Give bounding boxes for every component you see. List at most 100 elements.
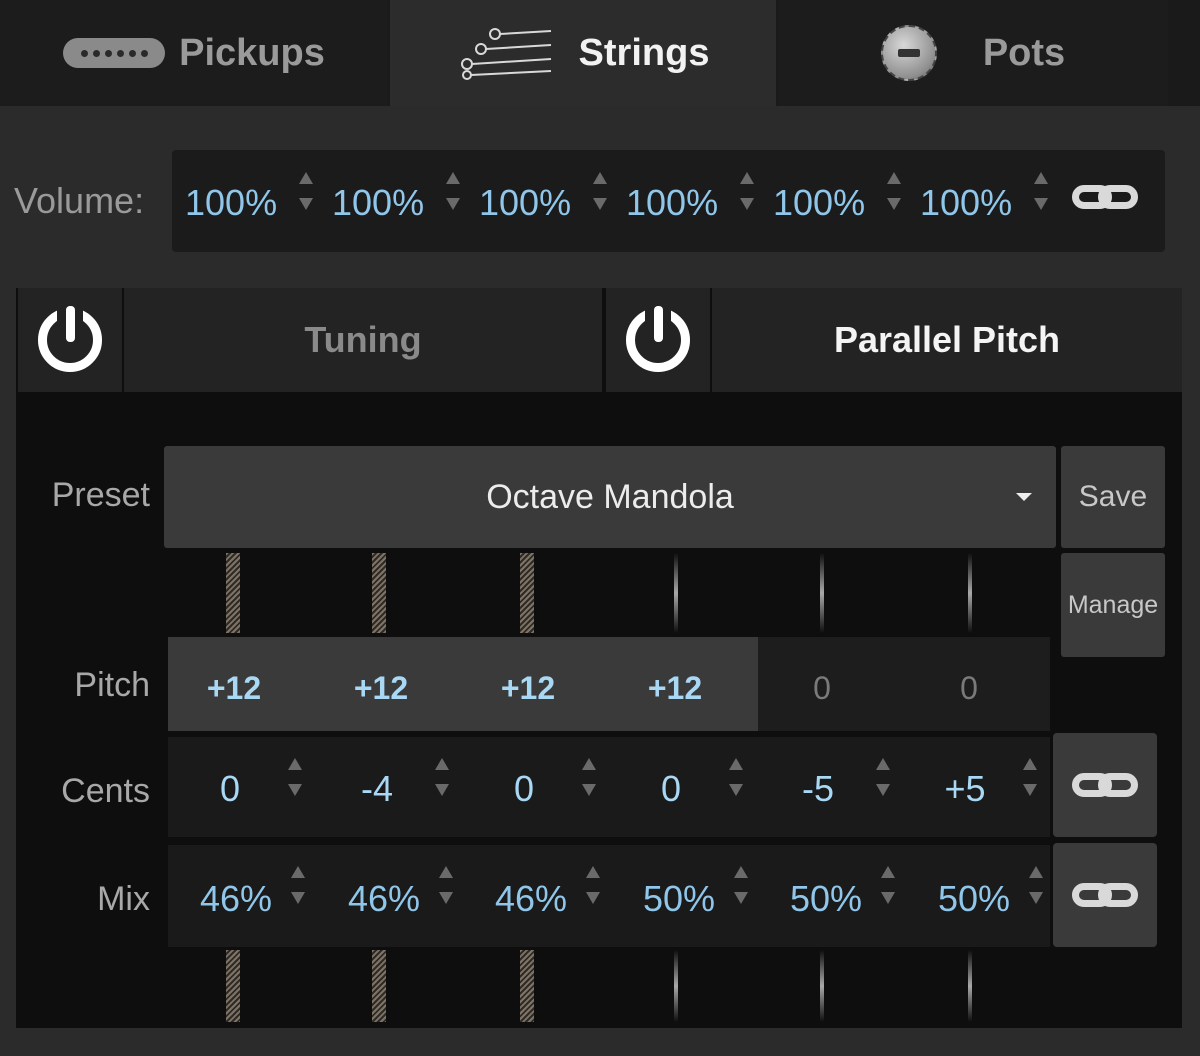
stepper-up-icon[interactable] bbox=[435, 758, 449, 770]
volume-value-6[interactable]: 100% bbox=[920, 182, 1012, 224]
string-visual bbox=[226, 950, 240, 1022]
string-visual bbox=[968, 950, 972, 1022]
volume-stepper-2[interactable] bbox=[443, 172, 463, 210]
stepper-up-icon[interactable] bbox=[1023, 758, 1037, 770]
tuning-power-button[interactable] bbox=[18, 288, 122, 392]
pitch-value-2[interactable]: +12 bbox=[326, 670, 436, 707]
cents-value-4[interactable]: 0 bbox=[621, 768, 721, 810]
stepper-up-icon[interactable] bbox=[582, 758, 596, 770]
stepper-up-icon[interactable] bbox=[439, 866, 453, 878]
cents-value-1[interactable]: 0 bbox=[180, 768, 280, 810]
mix-value-1[interactable]: 46% bbox=[186, 878, 286, 920]
link-icon bbox=[1072, 773, 1138, 797]
cents-label: Cents bbox=[61, 772, 150, 810]
stepper-down-icon[interactable] bbox=[299, 198, 313, 210]
stepper-up-icon[interactable] bbox=[446, 172, 460, 184]
pitch-value-6[interactable]: 0 bbox=[914, 670, 1024, 707]
tab-tuning-label: Tuning bbox=[304, 319, 422, 360]
preset-dropdown[interactable]: Octave Mandola bbox=[164, 446, 1056, 548]
pitch-value-1[interactable]: +12 bbox=[179, 670, 289, 707]
mix-value-6[interactable]: 50% bbox=[924, 878, 1024, 920]
stepper-down-icon[interactable] bbox=[887, 198, 901, 210]
stepper-up-icon[interactable] bbox=[299, 172, 313, 184]
volume-stepper-3[interactable] bbox=[590, 172, 610, 210]
stepper-up-icon[interactable] bbox=[291, 866, 305, 878]
tab-strings[interactable]: Strings bbox=[390, 0, 776, 106]
manage-button[interactable]: Manage bbox=[1061, 553, 1165, 657]
mix-stepper-3[interactable] bbox=[583, 866, 603, 904]
stepper-up-icon[interactable] bbox=[288, 758, 302, 770]
mix-stepper-1[interactable] bbox=[288, 866, 308, 904]
mix-stepper-2[interactable] bbox=[436, 866, 456, 904]
tab-parallel-pitch[interactable]: Parallel Pitch bbox=[712, 288, 1182, 392]
save-button[interactable]: Save bbox=[1061, 446, 1165, 548]
dropdown-caret-icon bbox=[1016, 493, 1032, 501]
cents-stepper-2[interactable] bbox=[432, 758, 452, 796]
volume-stepper-6[interactable] bbox=[1031, 172, 1051, 210]
stepper-up-icon[interactable] bbox=[593, 172, 607, 184]
stepper-down-icon[interactable] bbox=[734, 892, 748, 904]
volume-stepper-1[interactable] bbox=[296, 172, 316, 210]
cents-stepper-1[interactable] bbox=[285, 758, 305, 796]
stepper-down-icon[interactable] bbox=[582, 784, 596, 796]
cents-stepper-5[interactable] bbox=[873, 758, 893, 796]
pitch-value-5[interactable]: 0 bbox=[767, 670, 877, 707]
stepper-down-icon[interactable] bbox=[881, 892, 895, 904]
stepper-down-icon[interactable] bbox=[1023, 784, 1037, 796]
mix-value-4[interactable]: 50% bbox=[629, 878, 729, 920]
stepper-down-icon[interactable] bbox=[586, 892, 600, 904]
cents-stepper-4[interactable] bbox=[726, 758, 746, 796]
volume-value-1[interactable]: 100% bbox=[185, 182, 277, 224]
stepper-down-icon[interactable] bbox=[729, 784, 743, 796]
stepper-up-icon[interactable] bbox=[1029, 866, 1043, 878]
stepper-down-icon[interactable] bbox=[435, 784, 449, 796]
volume-link-icon[interactable] bbox=[1072, 185, 1138, 209]
mix-value-3[interactable]: 46% bbox=[481, 878, 581, 920]
stepper-down-icon[interactable] bbox=[593, 198, 607, 210]
mix-value-5[interactable]: 50% bbox=[776, 878, 876, 920]
cents-value-6[interactable]: +5 bbox=[915, 768, 1015, 810]
volume-value-5[interactable]: 100% bbox=[773, 182, 865, 224]
mix-link-button[interactable] bbox=[1053, 843, 1157, 947]
stepper-up-icon[interactable] bbox=[729, 758, 743, 770]
tab-pickups[interactable]: Pickups bbox=[0, 0, 388, 106]
string-visual bbox=[820, 950, 824, 1022]
mix-stepper-5[interactable] bbox=[878, 866, 898, 904]
stepper-down-icon[interactable] bbox=[446, 198, 460, 210]
stepper-down-icon[interactable] bbox=[439, 892, 453, 904]
cents-value-2[interactable]: -4 bbox=[327, 768, 427, 810]
cents-link-button[interactable] bbox=[1053, 733, 1157, 837]
volume-value-2[interactable]: 100% bbox=[332, 182, 424, 224]
parallel-pitch-power-button[interactable] bbox=[606, 288, 710, 392]
stepper-up-icon[interactable] bbox=[1034, 172, 1048, 184]
stepper-down-icon[interactable] bbox=[288, 784, 302, 796]
stepper-up-icon[interactable] bbox=[734, 866, 748, 878]
pitch-value-4[interactable]: +12 bbox=[620, 670, 730, 707]
cents-stepper-3[interactable] bbox=[579, 758, 599, 796]
stepper-up-icon[interactable] bbox=[887, 172, 901, 184]
stepper-down-icon[interactable] bbox=[876, 784, 890, 796]
cents-value-3[interactable]: 0 bbox=[474, 768, 574, 810]
volume-value-4[interactable]: 100% bbox=[626, 182, 718, 224]
pitch-value-3[interactable]: +12 bbox=[473, 670, 583, 707]
mix-value-2[interactable]: 46% bbox=[334, 878, 434, 920]
stepper-up-icon[interactable] bbox=[881, 866, 895, 878]
cents-value-5[interactable]: -5 bbox=[768, 768, 868, 810]
tab-tuning[interactable]: Tuning bbox=[124, 288, 602, 392]
stepper-down-icon[interactable] bbox=[291, 892, 305, 904]
volume-stepper-5[interactable] bbox=[884, 172, 904, 210]
tab-pots[interactable]: Pots bbox=[778, 0, 1168, 106]
mix-stepper-4[interactable] bbox=[731, 866, 751, 904]
cents-stepper-6[interactable] bbox=[1020, 758, 1040, 796]
volume-value-3[interactable]: 100% bbox=[479, 182, 571, 224]
volume-stepper-4[interactable] bbox=[737, 172, 757, 210]
mix-stepper-6[interactable] bbox=[1026, 866, 1046, 904]
stepper-up-icon[interactable] bbox=[586, 866, 600, 878]
stepper-up-icon[interactable] bbox=[740, 172, 754, 184]
string-visual bbox=[820, 553, 824, 633]
stepper-up-icon[interactable] bbox=[876, 758, 890, 770]
stepper-down-icon[interactable] bbox=[1034, 198, 1048, 210]
stepper-down-icon[interactable] bbox=[1029, 892, 1043, 904]
stepper-down-icon[interactable] bbox=[740, 198, 754, 210]
pickup-icon bbox=[63, 38, 166, 68]
